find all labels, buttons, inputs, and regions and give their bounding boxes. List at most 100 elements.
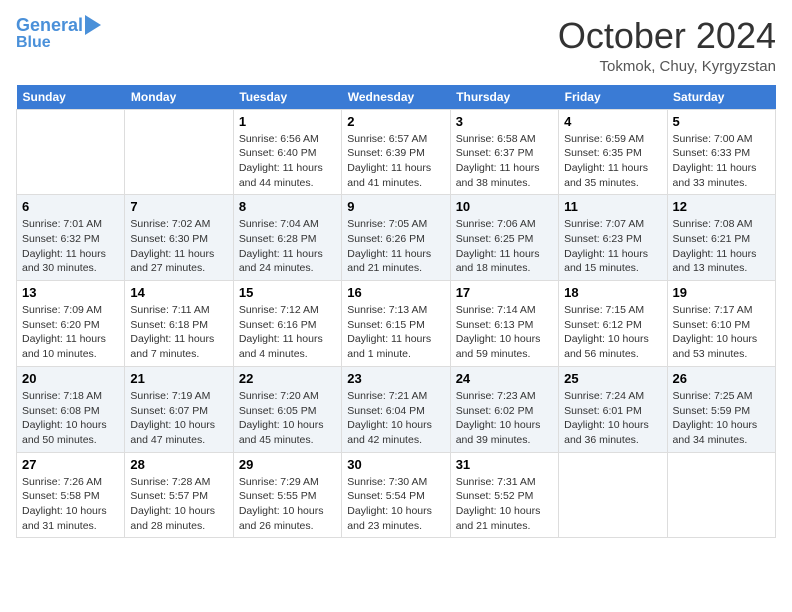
calendar-cell: 2 Sunrise: 6:57 AM Sunset: 6:39 PM Daylig… (342, 109, 450, 195)
logo: General Blue (16, 16, 101, 51)
cell-content: Sunrise: 7:26 AM Sunset: 5:58 PM Dayligh… (22, 475, 119, 534)
cell-content: Sunrise: 7:14 AM Sunset: 6:13 PM Dayligh… (456, 303, 553, 362)
calendar-table: SundayMondayTuesdayWednesdayThursdayFrid… (16, 85, 776, 539)
col-header-sunday: Sunday (17, 85, 125, 110)
day-number: 7 (130, 199, 227, 214)
calendar-cell (125, 109, 233, 195)
cell-content: Sunrise: 7:24 AM Sunset: 6:01 PM Dayligh… (564, 389, 661, 448)
calendar-cell: 6 Sunrise: 7:01 AM Sunset: 6:32 PM Daylig… (17, 195, 125, 281)
day-number: 8 (239, 199, 336, 214)
calendar-cell: 3Sunrise: 6:58 AM Sunset: 6:37 PM Daylig… (450, 109, 558, 195)
day-number: 27 (22, 457, 119, 472)
calendar-cell: 22 Sunrise: 7:20 AM Sunset: 6:05 PM Dayli… (233, 366, 341, 452)
cell-content: Sunrise: 7:17 AM Sunset: 6:10 PM Dayligh… (673, 303, 770, 362)
page-header: General Blue October 2024 Tokmok, Chuy, … (16, 16, 776, 75)
cell-content: Sunrise: 7:11 AM Sunset: 6:18 PM Dayligh… (130, 303, 227, 362)
day-number: 23 (347, 371, 444, 386)
day-number: 2 (347, 114, 444, 129)
calendar-cell: 19 Sunrise: 7:17 AM Sunset: 6:10 PM Dayli… (667, 281, 775, 367)
calendar-cell: 13 Sunrise: 7:09 AM Sunset: 6:20 PM Dayli… (17, 281, 125, 367)
calendar-cell: 12 Sunrise: 7:08 AM Sunset: 6:21 PM Dayli… (667, 195, 775, 281)
cell-content: Sunrise: 7:15 AM Sunset: 6:12 PM Dayligh… (564, 303, 661, 362)
calendar-cell: 23Sunrise: 7:21 AM Sunset: 6:04 PM Dayli… (342, 366, 450, 452)
calendar-cell: 1Sunrise: 6:56 AM Sunset: 6:40 PM Daylig… (233, 109, 341, 195)
calendar-cell (559, 452, 667, 538)
calendar-cell: 15 Sunrise: 7:12 AM Sunset: 6:16 PM Dayli… (233, 281, 341, 367)
logo-arrow-icon (85, 15, 101, 35)
calendar-week-row: 6 Sunrise: 7:01 AM Sunset: 6:32 PM Daylig… (17, 195, 776, 281)
col-header-wednesday: Wednesday (342, 85, 450, 110)
calendar-cell: 31 Sunrise: 7:31 AM Sunset: 5:52 PM Dayli… (450, 452, 558, 538)
cell-content: Sunrise: 6:56 AM Sunset: 6:40 PM Dayligh… (239, 132, 336, 191)
month-title: October 2024 (558, 16, 776, 56)
col-header-saturday: Saturday (667, 85, 775, 110)
calendar-week-row: 13 Sunrise: 7:09 AM Sunset: 6:20 PM Dayli… (17, 281, 776, 367)
location-subtitle: Tokmok, Chuy, Kyrgyzstan (558, 58, 776, 75)
logo-text-blue: Blue (16, 34, 51, 52)
day-number: 18 (564, 285, 661, 300)
day-number: 19 (673, 285, 770, 300)
cell-content: Sunrise: 7:12 AM Sunset: 6:16 PM Dayligh… (239, 303, 336, 362)
day-number: 4 (564, 114, 661, 129)
cell-content: Sunrise: 7:00 AM Sunset: 6:33 PM Dayligh… (673, 132, 770, 191)
day-number: 6 (22, 199, 119, 214)
day-number: 22 (239, 371, 336, 386)
calendar-cell: 24Sunrise: 7:23 AM Sunset: 6:02 PM Dayli… (450, 366, 558, 452)
day-number: 20 (22, 371, 119, 386)
day-number: 16 (347, 285, 444, 300)
calendar-cell: 10 Sunrise: 7:06 AM Sunset: 6:25 PM Dayli… (450, 195, 558, 281)
day-number: 14 (130, 285, 227, 300)
day-number: 31 (456, 457, 553, 472)
day-number: 26 (673, 371, 770, 386)
day-number: 5 (673, 114, 770, 129)
day-number: 17 (456, 285, 553, 300)
calendar-cell: 5 Sunrise: 7:00 AM Sunset: 6:33 PM Daylig… (667, 109, 775, 195)
cell-content: Sunrise: 7:18 AM Sunset: 6:08 PM Dayligh… (22, 389, 119, 448)
cell-content: Sunrise: 7:29 AM Sunset: 5:55 PM Dayligh… (239, 475, 336, 534)
cell-content: Sunrise: 6:58 AM Sunset: 6:37 PM Dayligh… (456, 132, 553, 191)
col-header-thursday: Thursday (450, 85, 558, 110)
cell-content: Sunrise: 7:09 AM Sunset: 6:20 PM Dayligh… (22, 303, 119, 362)
calendar-cell: 26Sunrise: 7:25 AM Sunset: 5:59 PM Dayli… (667, 366, 775, 452)
cell-content: Sunrise: 7:01 AM Sunset: 6:32 PM Dayligh… (22, 217, 119, 276)
calendar-cell: 8 Sunrise: 7:04 AM Sunset: 6:28 PM Daylig… (233, 195, 341, 281)
cell-content: Sunrise: 7:07 AM Sunset: 6:23 PM Dayligh… (564, 217, 661, 276)
cell-content: Sunrise: 7:20 AM Sunset: 6:05 PM Dayligh… (239, 389, 336, 448)
cell-content: Sunrise: 7:04 AM Sunset: 6:28 PM Dayligh… (239, 217, 336, 276)
day-number: 30 (347, 457, 444, 472)
day-number: 12 (673, 199, 770, 214)
calendar-cell: 14 Sunrise: 7:11 AM Sunset: 6:18 PM Dayli… (125, 281, 233, 367)
day-number: 10 (456, 199, 553, 214)
cell-content: Sunrise: 7:28 AM Sunset: 5:57 PM Dayligh… (130, 475, 227, 534)
calendar-cell: 17 Sunrise: 7:14 AM Sunset: 6:13 PM Dayli… (450, 281, 558, 367)
calendar-cell: 7Sunrise: 7:02 AM Sunset: 6:30 PM Daylig… (125, 195, 233, 281)
col-header-tuesday: Tuesday (233, 85, 341, 110)
calendar-cell: 27 Sunrise: 7:26 AM Sunset: 5:58 PM Dayli… (17, 452, 125, 538)
calendar-cell: 18 Sunrise: 7:15 AM Sunset: 6:12 PM Dayli… (559, 281, 667, 367)
day-number: 21 (130, 371, 227, 386)
title-block: October 2024 Tokmok, Chuy, Kyrgyzstan (558, 16, 776, 75)
calendar-cell: 29 Sunrise: 7:29 AM Sunset: 5:55 PM Dayli… (233, 452, 341, 538)
cell-content: Sunrise: 6:57 AM Sunset: 6:39 PM Dayligh… (347, 132, 444, 191)
cell-content: Sunrise: 7:31 AM Sunset: 5:52 PM Dayligh… (456, 475, 553, 534)
calendar-cell (17, 109, 125, 195)
cell-content: Sunrise: 7:13 AM Sunset: 6:15 PM Dayligh… (347, 303, 444, 362)
calendar-week-row: 27 Sunrise: 7:26 AM Sunset: 5:58 PM Dayli… (17, 452, 776, 538)
calendar-cell: 28Sunrise: 7:28 AM Sunset: 5:57 PM Dayli… (125, 452, 233, 538)
day-number: 29 (239, 457, 336, 472)
day-number: 13 (22, 285, 119, 300)
cell-content: Sunrise: 7:06 AM Sunset: 6:25 PM Dayligh… (456, 217, 553, 276)
calendar-header-row: SundayMondayTuesdayWednesdayThursdayFrid… (17, 85, 776, 110)
calendar-week-row: 1Sunrise: 6:56 AM Sunset: 6:40 PM Daylig… (17, 109, 776, 195)
col-header-monday: Monday (125, 85, 233, 110)
calendar-cell (667, 452, 775, 538)
day-number: 15 (239, 285, 336, 300)
cell-content: Sunrise: 7:30 AM Sunset: 5:54 PM Dayligh… (347, 475, 444, 534)
calendar-cell: 9Sunrise: 7:05 AM Sunset: 6:26 PM Daylig… (342, 195, 450, 281)
col-header-friday: Friday (559, 85, 667, 110)
calendar-week-row: 20 Sunrise: 7:18 AM Sunset: 6:08 PM Dayli… (17, 366, 776, 452)
day-number: 24 (456, 371, 553, 386)
calendar-cell: 21Sunrise: 7:19 AM Sunset: 6:07 PM Dayli… (125, 366, 233, 452)
cell-content: Sunrise: 7:08 AM Sunset: 6:21 PM Dayligh… (673, 217, 770, 276)
calendar-cell: 30 Sunrise: 7:30 AM Sunset: 5:54 PM Dayli… (342, 452, 450, 538)
